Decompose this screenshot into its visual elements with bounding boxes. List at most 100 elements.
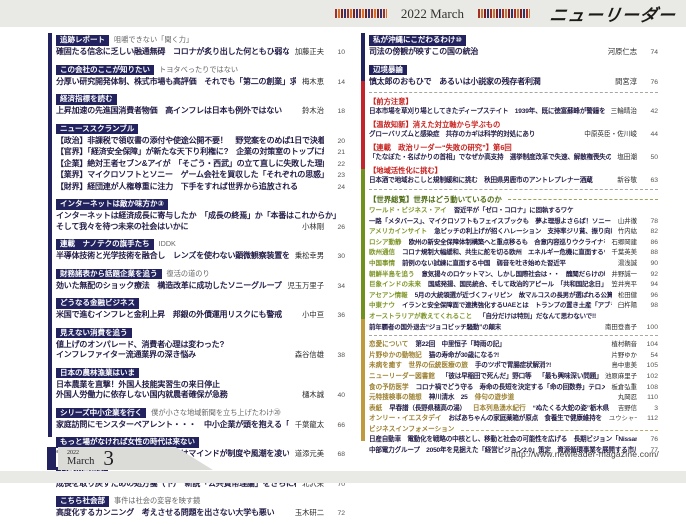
article-row: インターネットは経済成長に寄与したか 「成長の終焉」か「本番はこれからか」 xyxy=(56,211,345,222)
article-page: 36 xyxy=(329,311,345,322)
culture-row-content: 日産自動車 電動化を戦略の中核とし、移動と社会の可能性を広げる 長期ビジョン「N… xyxy=(369,435,637,446)
culture-row: 未病を癒す 世界の伝統医療の旅手のツボで胃腸症状解消?!島中恵美105 xyxy=(369,361,658,372)
article-author: 臼杵陽 xyxy=(618,301,637,312)
article-author: 小林剛 xyxy=(302,222,324,233)
article-title: 日産自動車 電動化を戦略の中核とし、移動と社会の可能性を広げる 長期ビジョン「N… xyxy=(369,435,637,446)
article-author: 樋木誠 xyxy=(302,390,324,401)
toc-section: どうなる金融ビジネス米国で進むインフレと金利上昇 邦銀の外債運用リスクにも警戒小… xyxy=(56,296,345,322)
article-author: 梅木恵 xyxy=(302,77,324,88)
article-row: 日本農業を直撃！外国人技能実習生の来日停止 xyxy=(56,380,345,391)
article-page: 66 xyxy=(329,421,345,432)
spine-segment-navy xyxy=(361,33,365,81)
culture-row: ニューリーダー図書館「彼は早稲田で死んだ」野口等「最も興味深い問題」池原麻里子1… xyxy=(369,372,658,383)
culture-row-content: オンリー・イエスタデイおばあちゃんの家庭薬箱が原点 食養生で健康維持をユウシャー… xyxy=(369,414,637,425)
magazine-url-link[interactable]: http://www.newleader-magazine.com/ xyxy=(511,449,659,459)
article-author: 小中亘 xyxy=(302,310,324,321)
spine-segment-red xyxy=(361,81,365,169)
article-title: コロナ禍でどう守る 寿命の長短を決定する「命の回数券」テロメア xyxy=(416,383,606,394)
article-author: 鈴木治 xyxy=(302,106,324,117)
world-row: 前年覇者の国外退去“ジョコビッチ騒動”の顛末南田登喜子100 xyxy=(369,323,658,334)
article-page: 42 xyxy=(642,107,658,118)
article-page: 108 xyxy=(642,383,658,394)
section-heading: 私が沖縄にこだわるわけ⑩ xyxy=(369,33,658,46)
article-title: 「自分だけは特別」だなんて思わないで!! xyxy=(479,312,658,323)
section-heading: シリーズ中小企業を行く僕が小さな地域新聞を立ち上げたわけ⑳ xyxy=(56,406,345,419)
article-row: 値上げのオンパレード、消費者心理は変わった? xyxy=(56,340,345,351)
culture-row: 表紙早春譜（長野県穂高の湯）日本列島湧水紀行“ぬたくる大蛇の姿”栃木県「蛇王の滝… xyxy=(369,404,658,415)
section-note: トヨタべったりではない xyxy=(159,65,238,74)
article-page: 21 xyxy=(329,148,345,159)
article-page: 30 xyxy=(329,252,345,263)
article-page: 94 xyxy=(642,280,658,291)
article-row: 半導体技術と光学技術を融合し レンズを使わない顕微観察装置を創出乗松幸男30 xyxy=(56,251,345,263)
article-title: 半導体技術と光学技術を融合し レンズを使わない顕微観察装置を創出 xyxy=(56,251,289,262)
article-author: 丸岡忍 xyxy=(618,393,637,404)
culture-row: 恋愛について第22回 中里恒子「時雨の記」植村鞆音104 xyxy=(369,340,658,351)
feature-item: 【前方注意】日本市場を草刈り場としてきたディープステイト 1939年、既に徳富蘇… xyxy=(369,97,658,118)
article-author: 板倉弘重 xyxy=(611,383,637,394)
article-page: 104 xyxy=(642,340,658,351)
article-row: 外国人労働力に依存しない国内就農者確保が急務樋木誠40 xyxy=(56,390,345,402)
article-title: 神川清水 25 xyxy=(429,393,468,404)
article-title: コロナ規制大幅緩和、共生に舵を切る欧州 エネルギー危機に直面するウクライナ問題 xyxy=(402,248,605,259)
article-author: 松田健 xyxy=(618,291,637,302)
world-section-heading: 【世界総覧】世界はどう動いているのか xyxy=(369,194,658,205)
article-author: 山井徹 xyxy=(618,217,637,228)
culture-row: 食の予防医学コロナ禍でどう守る 寿命の長短を決定する「命の回数券」テロメア板倉弘… xyxy=(369,383,658,394)
culture-row-content: 元特捜検事の随想神川清水 25俳句の遊歩道 xyxy=(369,393,612,404)
world-row: 巨象インドの未来国威発揚、国民統合、そして政治的アピール 「共和国記念日」祝賀行… xyxy=(369,280,658,291)
culture-row: 片野ゆかの動物記猫の寿命が30歳になる?!片野ゆか54 xyxy=(369,351,658,362)
article-title: 欧州の新安全保障体制構築へと重点移るも 合意内容巡りウクライナを挟む危険なチキン… xyxy=(409,238,606,249)
article-author: 片野ゆか xyxy=(611,351,637,362)
section-heading: 見えない消費を追う xyxy=(56,326,345,339)
article-title: 米国で進むインフレと金利上昇 邦銀の外債運用リスクにも警戒 xyxy=(56,310,296,321)
article-title: イランと安全保障面で連携強化するUAEとは トランプの置き土産「アブラハム合意」… xyxy=(402,301,612,312)
section-note: 事件は社会の変容を映す鏡 xyxy=(114,496,200,505)
article-page: 26 xyxy=(329,223,345,234)
article-title: 日本酒で地域おこしと規制緩和に挑む 秋田県男鹿市のアントレプレナー酒蔵 xyxy=(369,176,611,187)
left-page-spine-bar xyxy=(48,33,52,437)
article-page: 24 xyxy=(329,183,345,194)
article-row: 確固たる信念に乏しい融通無碍 コロナが炙り出した何ともひ弱な首相加藤正夫10 xyxy=(56,47,345,59)
world-heading-label: 【世界総覧】世界はどう動いているのか xyxy=(369,194,502,205)
right-page-toc: 私が沖縄にこだわるわけ⑩司法の傍観が映すこの国の統治河原仁志74辺境暴論慎太郎の… xyxy=(369,33,658,457)
culture-row: オンリー・イエスタデイおばあちゃんの家庭薬箱が原点 食養生で健康維持をユウシャー… xyxy=(369,414,658,425)
article-author: 玉木研二 xyxy=(295,508,324,519)
section-note: 復活の道のり xyxy=(167,269,210,278)
section-badge: もっと場がなければ女性の時代は来ない xyxy=(56,437,199,448)
article-author: 塩田潮 xyxy=(617,153,637,164)
column-label: 中国事情 xyxy=(369,259,395,270)
section-badge: 経済指標を読む xyxy=(56,94,117,105)
toc-section: シリーズ中小企業を行く僕が小さな地域新聞を立ち上げたわけ⑳家庭訪問にモンスターペ… xyxy=(56,406,345,432)
world-row: アメリカインサイト急ピッチの利上げが招くハレーション 支持率ジリ貧、振り向けばト… xyxy=(369,227,658,238)
column-label: 日本列島湧水紀行 xyxy=(473,404,526,415)
article-title: 意気揚々のロケットマン、しかし国際社会は・・ 醜聞だらけの韓国大統領選、中道層が… xyxy=(422,270,606,281)
section-heading: 財務諸表から話題企業を追う復活の道のり xyxy=(56,267,345,280)
article-title: 国威発揚、国民統合、そして政治的アピール 「共和国記念日」祝賀行事に見るインドの… xyxy=(428,280,605,291)
section-note: 僕が小さな地域新聞を立ち上げたわけ⑳ xyxy=(151,408,280,417)
article-title: グローバリズムと感染症 共存のカギは科学的対処にあり xyxy=(369,130,578,141)
article-row: 【政治】非課税で領収書の添付や使途公開不要！ 野党案をのめば1日で決着する「文通… xyxy=(56,136,345,148)
article-page: 50 xyxy=(642,153,658,164)
article-title: 猫の寿命が30歳になる?! xyxy=(429,351,499,362)
section-badge: どうなる金融ビジネス xyxy=(56,298,139,309)
article-title: インフレファイター流通業界の深き悩み xyxy=(56,350,289,361)
article-page: 105 xyxy=(642,361,658,372)
feature-item: 【地域活性化に挑む】日本酒で地域おこしと規制緩和に挑む 秋田県男鹿市のアントレプ… xyxy=(369,166,658,187)
section-badge: ニューススクランブル xyxy=(56,124,138,135)
footer-trapezoid: 2022 March 3 xyxy=(58,447,213,470)
page-number-tab: 2022 March 3 xyxy=(47,447,213,470)
article-title: 分厚い研究開発体制、株式市場も高評価 それでも「第二の創業」求められるデンソー xyxy=(56,77,296,88)
culture-row-content: 恋愛について第22回 中里恒子「時雨の記」 xyxy=(369,340,605,351)
footer-year-month: 2022 March xyxy=(67,450,94,468)
article-row: 司法の傍観が映すこの国の統治河原仁志74 xyxy=(369,47,658,59)
article-page: 14 xyxy=(329,78,345,89)
column-label: 元特捜検事の随想 xyxy=(369,393,422,404)
section-heading: 辺境暴論 xyxy=(369,63,658,76)
column-label: ロシア動静 xyxy=(369,238,402,249)
world-row: 朝鮮半島を追う意気揚々のロケットマン、しかし国際社会は・・ 醜聞だらけの韓国大統… xyxy=(369,270,658,281)
section-badge: 財務諸表から話題企業を追う xyxy=(56,269,162,280)
article-row: 【業界】マイクロソフトとソニー ゲーム会社を買収した「それぞれの思惑」23 xyxy=(56,170,345,182)
article-title: おばあちゃんの家庭薬箱が原点 食養生で健康維持を xyxy=(448,414,601,425)
footer-navy-block xyxy=(47,447,56,470)
